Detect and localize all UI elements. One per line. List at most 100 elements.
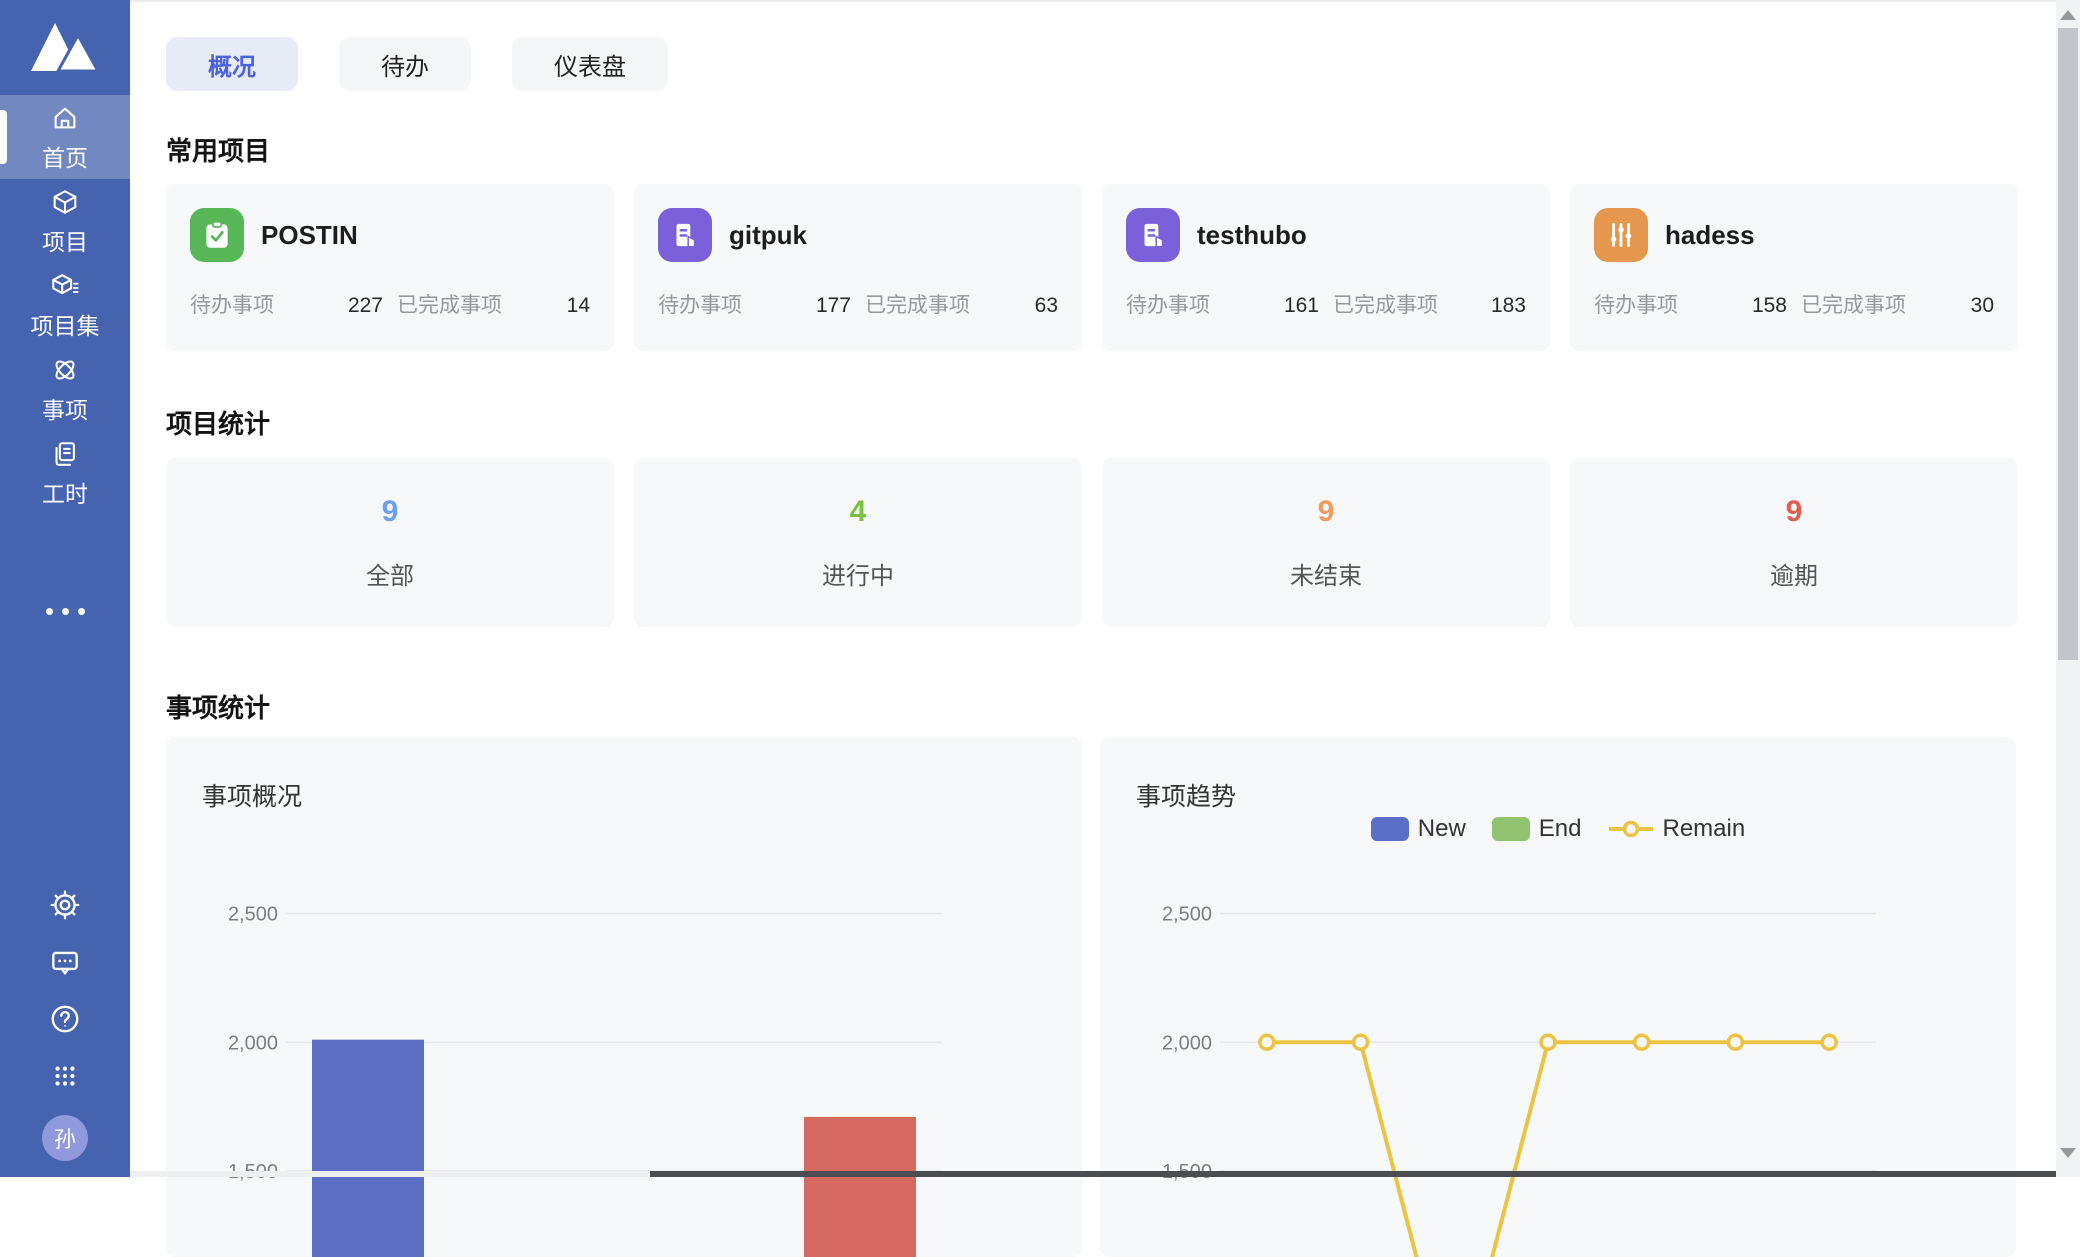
sidebar-item-label: 工时 (42, 475, 88, 509)
todo-count: 158 (1752, 294, 1787, 318)
app-logo[interactable] (0, 0, 130, 95)
done-stat: 已完成事项 63 (865, 289, 1058, 319)
project-card-stats: 待办事项 177 已完成事项 63 (658, 289, 1058, 319)
project-card[interactable]: testhubo 待办事项 161 已完成事项 183 (1102, 184, 1550, 351)
project-card-header: POSTIN (190, 208, 590, 262)
stat-value: 9 (1786, 495, 1803, 529)
active-indicator (0, 110, 7, 164)
project-cards-row: POSTIN 待办事项 227 已完成事项 14 gitpuk 待办事项 177 (166, 184, 2018, 351)
vertical-scrollbar[interactable] (2056, 0, 2080, 1177)
stat-card-inprogress[interactable]: 4 进行中 (634, 458, 1082, 627)
svg-text:2,500: 2,500 (1162, 904, 1212, 926)
apps-button[interactable] (47, 1058, 83, 1094)
project-card[interactable]: hadess 待办事项 158 已完成事项 30 (1570, 184, 2018, 351)
project-card[interactable]: gitpuk 待办事项 177 已完成事项 63 (634, 184, 1082, 351)
sidebar-item-home[interactable]: 首页 (0, 95, 130, 179)
tab-label: 概况 (208, 47, 256, 82)
done-count: 30 (1971, 294, 1994, 318)
sidebar-more-button[interactable] (0, 608, 130, 615)
project-card-header: testhubo (1126, 208, 1526, 262)
sidebar-item-label: 项目 (42, 223, 88, 257)
organization-icon (1126, 208, 1180, 262)
view-tabs: 概况 待办 仪表盘 (166, 37, 668, 91)
issue-overview-card: 事项概况 2,5002,0001,500 (166, 737, 1082, 1257)
stat-card-overdue[interactable]: 9 逾期 (1570, 458, 2018, 627)
project-card-stats: 待办事项 161 已完成事项 183 (1126, 289, 1526, 319)
scroll-down-arrow-icon[interactable] (2060, 1148, 2076, 1158)
user-avatar[interactable]: 孙 (42, 1115, 88, 1161)
project-card[interactable]: POSTIN 待办事项 227 已完成事项 14 (166, 184, 614, 351)
logo-icon (29, 19, 101, 77)
project-name: testhubo (1197, 220, 1307, 251)
todo-stat: 待办事项 158 (1594, 289, 1787, 319)
project-name: POSTIN (261, 220, 358, 251)
svg-text:2,500: 2,500 (228, 904, 278, 926)
feedback-button[interactable] (47, 944, 83, 980)
sidebar-item-label: 首页 (42, 139, 88, 173)
stat-card-unfinished[interactable]: 9 未结束 (1102, 458, 1550, 627)
issue-overview-chart: 2,5002,0001,500 (166, 737, 1082, 1257)
done-label: 已完成事项 (1333, 289, 1438, 319)
tab-label: 仪表盘 (554, 47, 626, 82)
horizontal-scrollbar-thumb[interactable] (650, 1171, 2056, 1177)
done-label: 已完成事项 (1801, 289, 1906, 319)
project-card-stats: 待办事项 158 已完成事项 30 (1594, 289, 1994, 319)
todo-stat: 待办事项 177 (658, 289, 851, 319)
todo-label: 待办事项 (1126, 289, 1210, 319)
sidebar-item-label: 项目集 (31, 307, 100, 341)
tab-todo[interactable]: 待办 (339, 37, 471, 91)
horizontal-scrollbar[interactable] (130, 1171, 2056, 1177)
done-stat: 已完成事项 14 (397, 289, 590, 319)
scroll-up-arrow-icon[interactable] (2060, 10, 2076, 20)
project-card-stats: 待办事项 227 已完成事项 14 (190, 289, 590, 319)
stat-card-all[interactable]: 9 全部 (166, 458, 614, 627)
stat-label: 全部 (366, 556, 414, 591)
organization-icon (658, 208, 712, 262)
todo-label: 待办事项 (190, 289, 274, 319)
done-stat: 已完成事项 30 (1801, 289, 1994, 319)
stat-value: 9 (382, 495, 399, 529)
stat-label: 未结束 (1290, 556, 1362, 591)
project-name: gitpuk (729, 220, 807, 251)
message-icon (48, 945, 82, 979)
stat-label: 进行中 (822, 556, 894, 591)
stat-label: 逾期 (1770, 556, 1818, 591)
project-name: hadess (1665, 220, 1755, 251)
done-label: 已完成事项 (865, 289, 970, 319)
settings-button[interactable] (47, 887, 83, 923)
section-title-project-stats: 项目统计 (166, 404, 270, 441)
svg-text:2,000: 2,000 (228, 1032, 278, 1054)
sidebar-item-label: 事项 (42, 391, 88, 425)
issue-trend-chart: 2,5002,0001,500 (1100, 737, 2016, 1257)
project-card-header: gitpuk (658, 208, 1058, 262)
todo-label: 待办事项 (1594, 289, 1678, 319)
vertical-scrollbar-thumb[interactable] (2058, 28, 2078, 660)
dot (62, 608, 69, 615)
issue-trend-card: 事项趋势 New End Remain 2,5002,0001,500 (1100, 737, 2016, 1257)
grid-icon (48, 1059, 82, 1093)
done-count: 63 (1035, 294, 1058, 318)
knot-icon (49, 354, 81, 386)
stat-value: 9 (1318, 495, 1335, 529)
sidebar-item-issues[interactable]: 事项 (0, 347, 130, 431)
sidebar-item-worktime[interactable]: 工时 (0, 431, 130, 515)
tab-dashboard[interactable]: 仪表盘 (512, 37, 668, 91)
clipboard-check-icon (190, 208, 244, 262)
documents-icon (49, 438, 81, 470)
sidebar-item-programs[interactable]: 项目集 (0, 263, 130, 347)
gear-icon (48, 888, 82, 922)
tab-overview[interactable]: 概况 (166, 37, 298, 91)
todo-count: 177 (816, 294, 851, 318)
todo-count: 227 (348, 294, 383, 318)
cube-list-icon (49, 270, 81, 302)
help-button[interactable] (47, 1001, 83, 1037)
cube-icon (49, 186, 81, 218)
sidebar-footer: 孙 (0, 887, 130, 1161)
svg-text:2,000: 2,000 (1162, 1032, 1212, 1054)
done-count: 183 (1491, 294, 1526, 318)
sidebar-item-projects[interactable]: 项目 (0, 179, 130, 263)
stat-value: 4 (850, 495, 867, 529)
dot (46, 608, 53, 615)
sliders-icon (1594, 208, 1648, 262)
section-title-common-projects: 常用项目 (166, 131, 270, 168)
